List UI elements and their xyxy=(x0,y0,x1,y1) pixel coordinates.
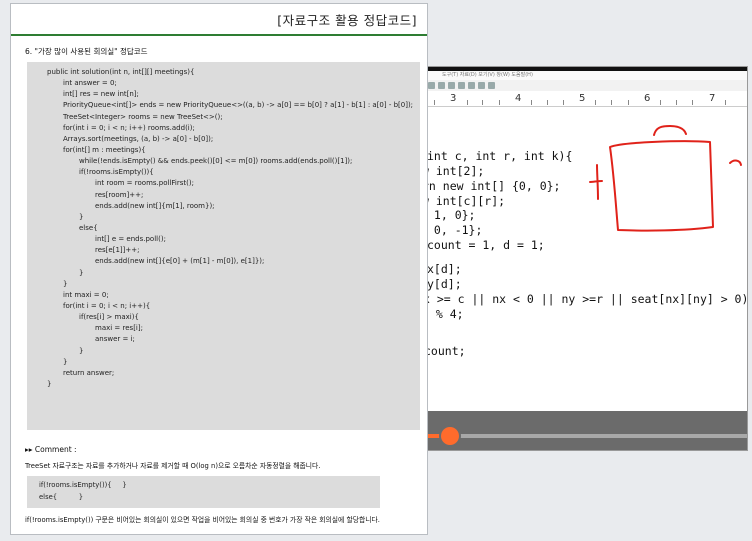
code-line: int[] e = ends.poll(); xyxy=(95,235,166,244)
code-line: PriorityQueue<int[]> ends = new Priority… xyxy=(63,101,414,110)
code-line: } xyxy=(47,379,52,388)
code-line: } xyxy=(63,357,68,366)
editor-menubar: 도구(T) 자료(D) 보기(V) 창(W) 도움말(H) xyxy=(422,71,747,80)
comment-note: if(!rooms.isEmpty()) 구문은 비어있는 회의실이 있으면 작… xyxy=(25,516,380,524)
editor-code-line: x >= c || nx < 0 || ny >=r || seat[nx][n… xyxy=(423,292,748,306)
toolbar-icon xyxy=(458,82,465,89)
editor-code-line: y[d]; xyxy=(427,277,462,291)
code-line: for(int i = 0; i < n; i++) rooms.add(i); xyxy=(63,123,195,132)
code-line: } xyxy=(79,346,84,355)
ruler-tick: 6 xyxy=(644,93,651,104)
editor-code-line: count; xyxy=(424,344,466,358)
comment-text: TreeSet 자료구조는 자료를 추가하거나 자료를 제거할 때 O(log … xyxy=(25,462,321,470)
code-line: maxi = res[i]; xyxy=(95,324,143,333)
snippet-line: else{ } xyxy=(39,493,84,501)
snippet-block: if(!rooms.isEmpty()){ } else{ } xyxy=(27,476,380,508)
page-title: [자료구조 활용 정답코드] xyxy=(277,13,417,28)
player-controls xyxy=(422,411,747,450)
code-block: public int solution(int n, int[][] meeti… xyxy=(27,62,420,430)
code-line: ends.add(new int[]{m[1], room}); xyxy=(95,201,215,210)
code-line: answer = i; xyxy=(95,335,135,344)
snippet-line: if(!rooms.isEmpty()){ } xyxy=(39,481,127,489)
code-line: int room = rooms.pollFirst(); xyxy=(95,179,194,188)
editor-ruler: 3 4 5 6 7 xyxy=(422,91,747,107)
code-line: res[room]++; xyxy=(95,190,144,199)
code-editor-view: int c, int r, int k){ w int[2]; rn new i… xyxy=(422,107,747,412)
code-line: Arrays.sort(meetings, (a, b) -> a[0] - b… xyxy=(63,134,214,143)
code-line: return answer; xyxy=(63,368,115,377)
title-divider xyxy=(11,34,427,36)
code-line: TreeSet<Integer> rooms = new TreeSet<>()… xyxy=(63,112,223,121)
document-page: [자료구조 활용 정답코드] 6. "가장 많이 사용된 회의실" 정답코드 p… xyxy=(10,3,428,535)
ruler-tick: 5 xyxy=(579,93,586,104)
editor-code-line: x[d]; xyxy=(427,262,462,276)
toolbar-icon xyxy=(468,82,475,89)
code-line: res[e[1]]++; xyxy=(95,246,140,255)
ruler-tick: 4 xyxy=(515,93,522,104)
section-title: 6. "가장 많이 사용된 회의실" 정답코드 xyxy=(25,47,148,56)
ruler-tick: 3 xyxy=(450,93,457,104)
progress-track[interactable] xyxy=(422,434,747,438)
code-line: ends.add(new int[]{e[0] + (m[1] - m[0]),… xyxy=(95,257,265,266)
video-player[interactable]: 도구(T) 자료(D) 보기(V) 창(W) 도움말(H) 3 4 5 6 7 … xyxy=(421,66,748,451)
ruler-tick: 7 xyxy=(709,93,716,104)
handwritten-annotation xyxy=(589,125,742,232)
code-line: if(!rooms.isEmpty()){ xyxy=(79,168,154,177)
code-line: public int solution(int n, int[][] meeti… xyxy=(47,68,195,76)
toolbar-icon xyxy=(448,82,455,89)
toolbar-icon xyxy=(428,82,435,89)
code-line: else{ xyxy=(79,223,98,232)
progress-scrubber-handle[interactable] xyxy=(441,427,459,445)
code-line: while(!ends.isEmpty() && ends.peek()[0] … xyxy=(79,157,353,166)
toolbar-icon xyxy=(478,82,485,89)
toolbar-icon xyxy=(488,82,495,89)
code-line: } xyxy=(79,212,84,221)
code-line: for(int[] m : meetings){ xyxy=(63,145,146,154)
code-line: int[] res = new int[n]; xyxy=(63,90,139,99)
code-line: } xyxy=(79,268,84,277)
code-line: } xyxy=(63,279,68,288)
toolbar-icon xyxy=(438,82,445,89)
code-line: if(res[i] > maxi){ xyxy=(79,313,139,322)
code-line: int maxi = 0; xyxy=(63,290,109,299)
editor-code-line: ) % 4; xyxy=(422,307,464,321)
code-line: int answer = 0; xyxy=(63,79,117,88)
code-line: for(int i = 0; i < n; i++){ xyxy=(63,301,151,310)
editor-toolbar xyxy=(422,80,747,91)
comment-heading: ▸▸ Comment : xyxy=(25,445,77,454)
